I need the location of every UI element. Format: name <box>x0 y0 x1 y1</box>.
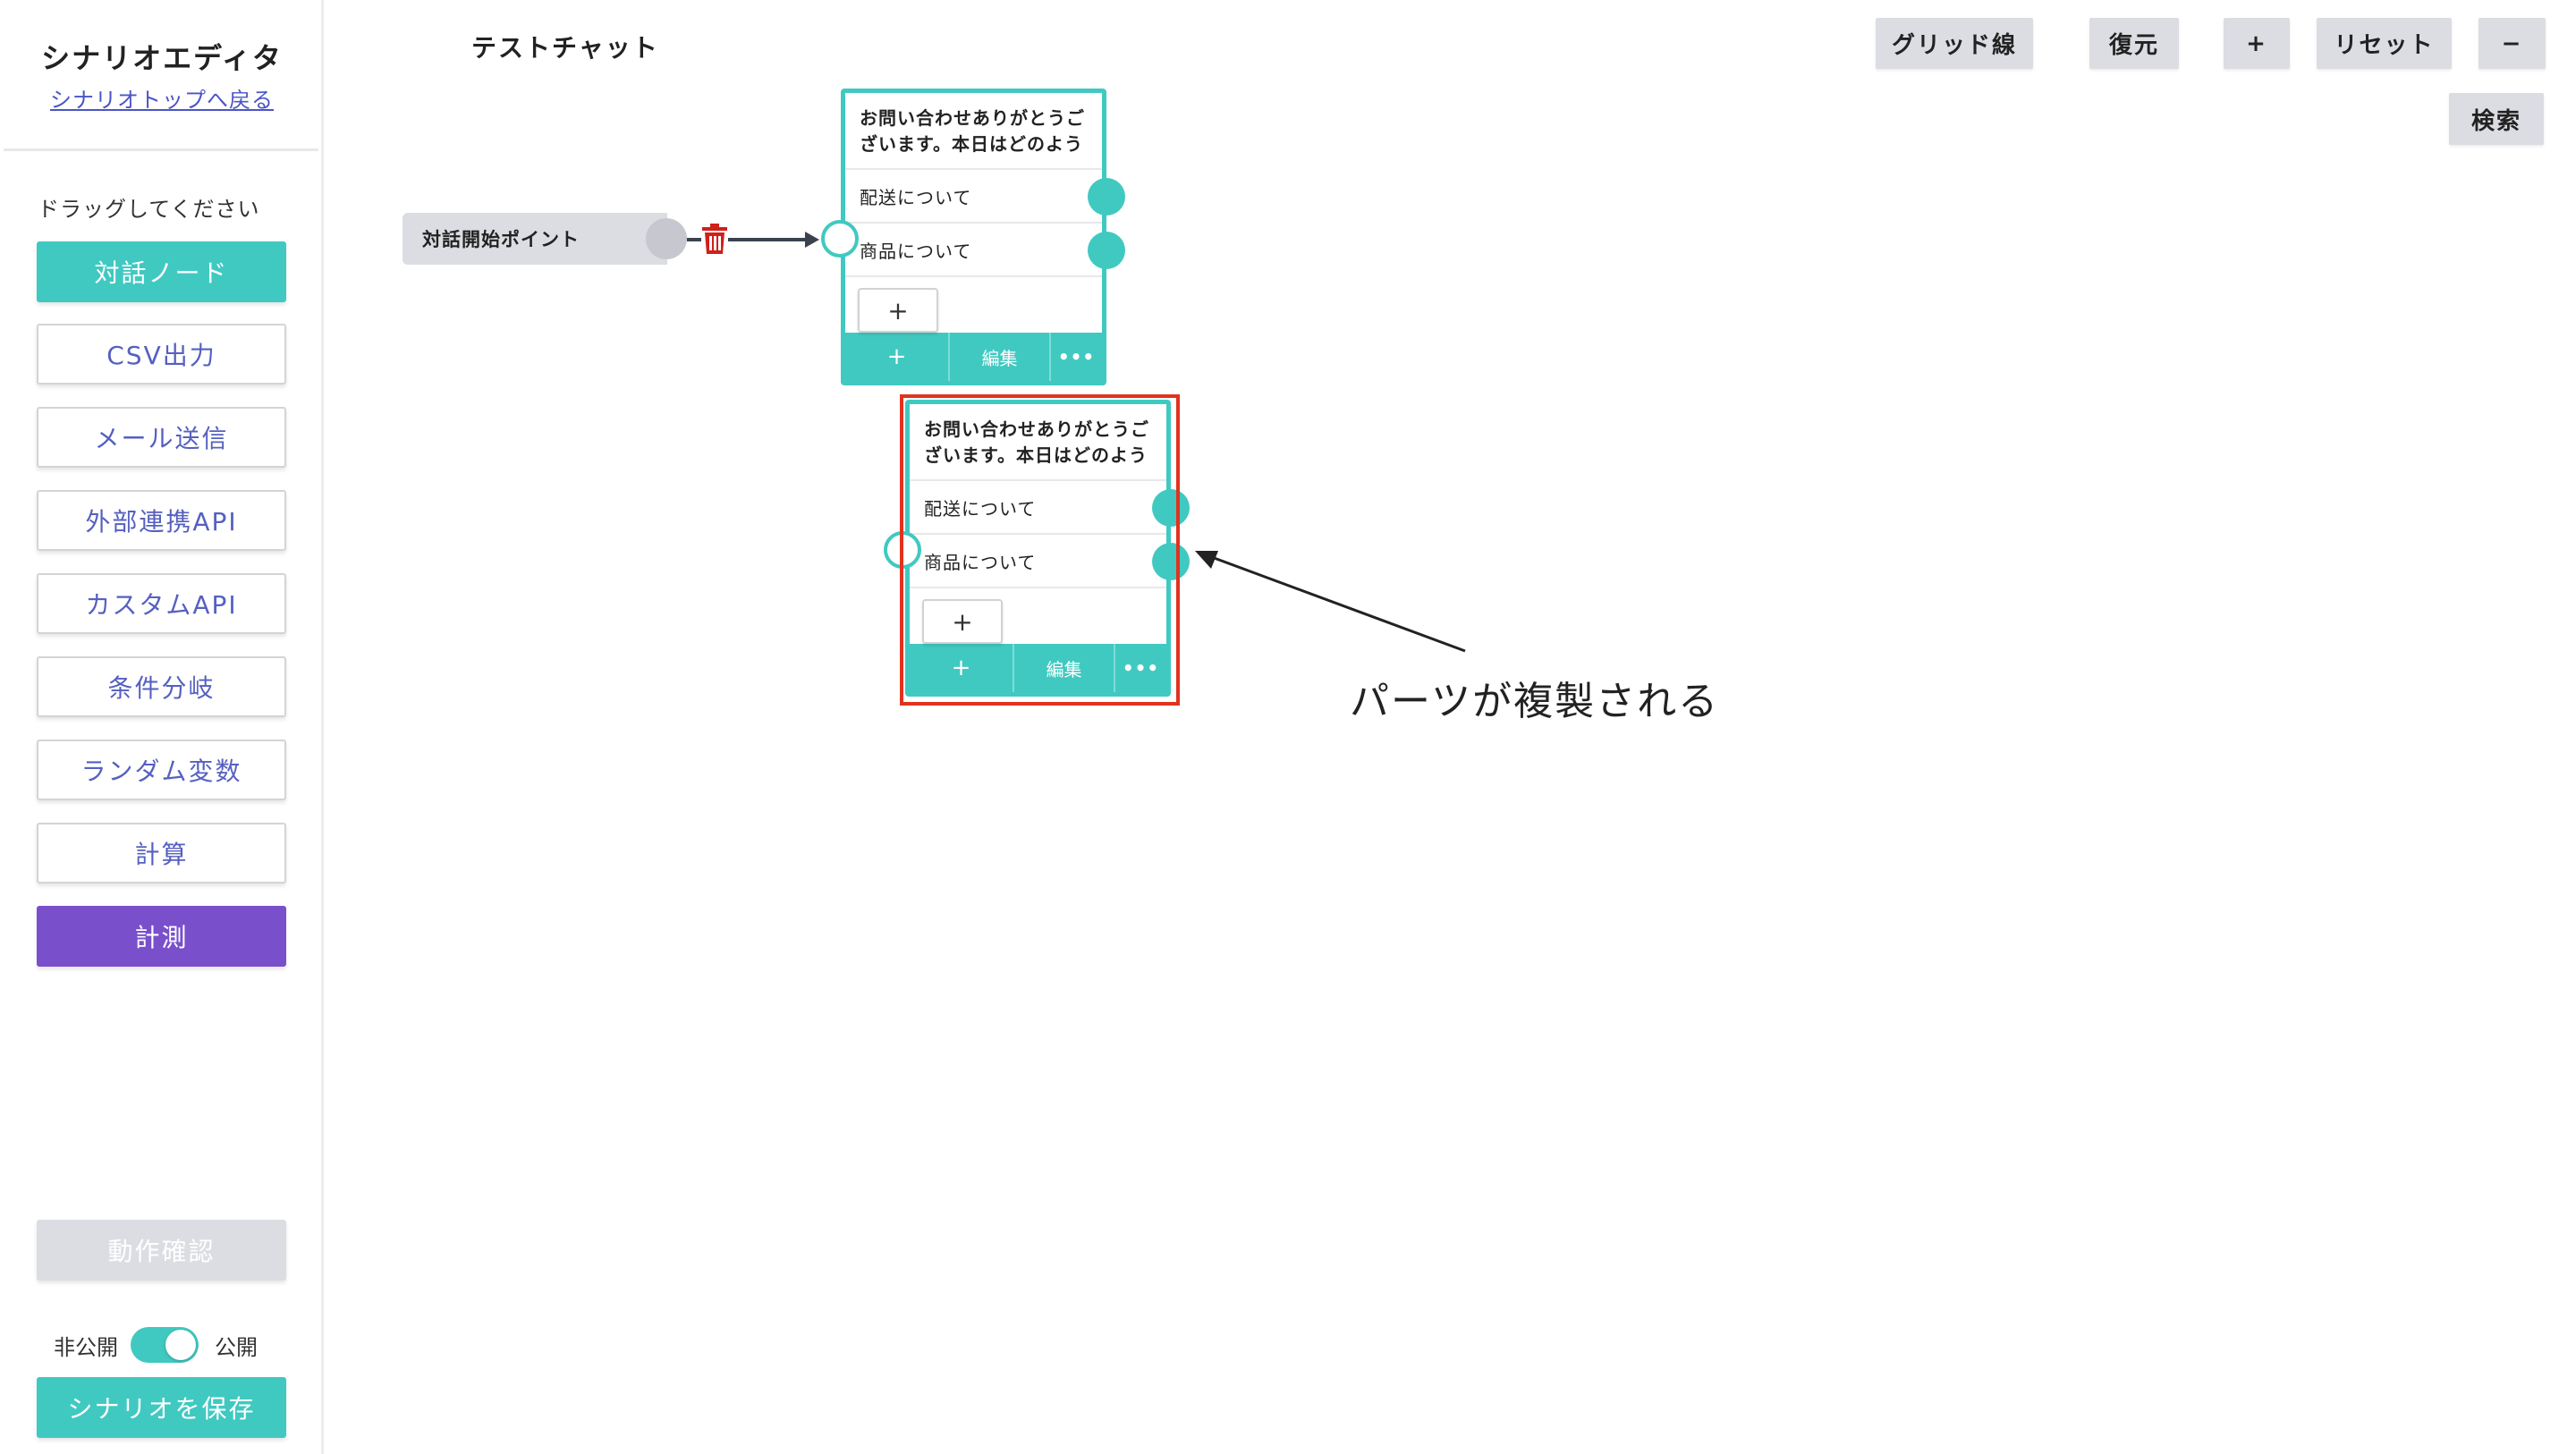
zoom-out-button[interactable]: − <box>2479 18 2546 69</box>
node-add-button[interactable]: + <box>845 333 948 381</box>
tool-random-variable-button[interactable]: ランダム変数 <box>37 740 286 800</box>
arrow-icon <box>1195 551 1466 653</box>
tool-external-api-button[interactable]: 外部連携API <box>37 490 286 551</box>
drag-hint: ドラッグしてください <box>38 197 260 222</box>
node-message: お問い合わせありがとうございます。本日はどのよう <box>860 107 1085 155</box>
tool-custom-api-button[interactable]: カスタムAPI <box>37 573 286 634</box>
node-option-label: 商品について <box>860 240 972 262</box>
tool-condition-branch-button[interactable]: 条件分岐 <box>37 656 286 717</box>
node-edit-button[interactable]: 編集 <box>948 333 1051 381</box>
publish-toggle[interactable] <box>131 1327 199 1363</box>
start-node[interactable]: 対話開始ポイント <box>402 213 667 265</box>
tool-calculation-button[interactable]: 計算 <box>37 823 286 883</box>
chat-name: テストチャット <box>471 33 659 63</box>
tool-measurement-button[interactable]: 計測 <box>37 906 286 967</box>
back-to-scenario-top-link[interactable]: シナリオトップへ戻る <box>0 82 324 114</box>
zoom-in-button[interactable]: + <box>2224 18 2290 69</box>
node-more-button[interactable]: ••• <box>1051 333 1102 381</box>
node-input-port[interactable] <box>821 220 859 258</box>
publish-toggle-row: 非公開 公開 <box>54 1325 268 1365</box>
search-button[interactable]: 検索 <box>2449 93 2544 145</box>
sidebar-divider <box>4 148 318 151</box>
tool-csv-output-button[interactable]: CSV出力 <box>37 324 286 385</box>
app-title: シナリオエディタ <box>41 41 283 75</box>
annotation-text: パーツが複製される <box>1350 679 1720 724</box>
node-footer: + 編集 ••• <box>845 333 1102 381</box>
private-label: 非公開 <box>54 1334 118 1360</box>
public-label: 公開 <box>215 1334 258 1360</box>
tool-dialog-node-button[interactable]: 対話ノード <box>37 241 286 302</box>
dialog-node[interactable]: お問い合わせありがとうございます。本日はどのよう 配送について 商品について +… <box>841 89 1125 385</box>
reset-button[interactable]: リセット <box>2317 18 2452 69</box>
node-option[interactable]: 配送について <box>845 168 1125 222</box>
sidebar: シナリオエディタ シナリオトップへ戻る ドラッグしてください 対話ノード CSV… <box>0 0 324 1454</box>
add-option-button[interactable]: + <box>858 288 938 333</box>
save-scenario-button[interactable]: シナリオを保存 <box>37 1377 286 1438</box>
restore-button[interactable]: 復元 <box>2089 18 2179 69</box>
start-node-label: 対話開始ポイント <box>422 229 580 250</box>
grid-lines-button[interactable]: グリッド線 <box>1876 18 2033 69</box>
tool-send-mail-button[interactable]: メール送信 <box>37 407 286 468</box>
node-option-label: 配送について <box>860 186 972 208</box>
toggle-knob <box>165 1330 196 1360</box>
duplicate-highlight-box <box>900 394 1180 706</box>
node-option[interactable]: 商品について <box>845 222 1125 275</box>
dialog-node-body: お問い合わせありがとうございます。本日はどのよう 配送について 商品について + <box>845 93 1125 333</box>
option-output-port[interactable] <box>1088 232 1125 269</box>
test-run-button[interactable]: 動作確認 <box>37 1220 286 1281</box>
node-add-area: + <box>845 275 1102 333</box>
option-output-port[interactable] <box>1088 178 1125 216</box>
trash-icon[interactable] <box>699 222 730 256</box>
